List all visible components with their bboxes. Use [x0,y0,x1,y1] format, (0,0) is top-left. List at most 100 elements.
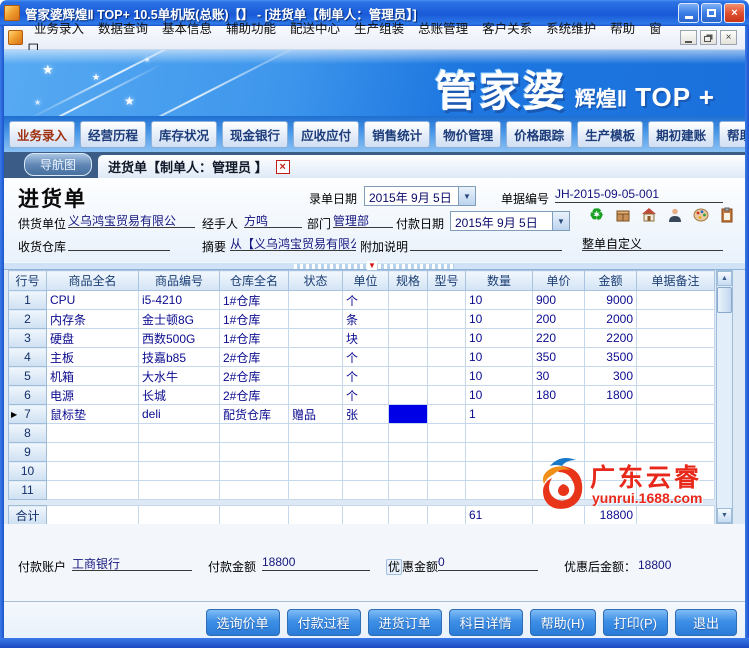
grid-cell[interactable] [585,481,637,500]
action-button-6[interactable]: 打印(P) [603,609,668,636]
scroll-up-icon[interactable]: ▲ [717,271,732,286]
grid-cell[interactable]: 2200 [585,329,637,348]
grid-cell[interactable] [389,348,428,367]
grid-cell[interactable]: 10 [466,291,533,310]
dept-field[interactable]: 管理部 [333,212,393,228]
chevron-down-icon[interactable]: ▼ [552,212,569,230]
grid-cell[interactable] [289,367,343,386]
grid-cell[interactable]: 个 [343,291,389,310]
grid-cell[interactable] [389,329,428,348]
grid-cell[interactable] [220,462,289,481]
close-button[interactable]: × [724,3,745,23]
action-button-7[interactable]: 退出 [675,609,737,636]
menu-item-4[interactable]: 辅助功能 [219,19,283,39]
grid-cell[interactable]: 赠品 [289,405,343,424]
grid-cell[interactable]: 鼠标垫 [47,405,139,424]
grid-cell[interactable]: 长城 [139,386,220,405]
grid-cell[interactable] [533,462,585,481]
grid-cell[interactable] [389,367,428,386]
grid-cell[interactable] [47,481,139,500]
grid-cell[interactable] [289,462,343,481]
grid-cell[interactable] [389,291,428,310]
grid-cell[interactable] [428,310,466,329]
grid-cell[interactable] [466,424,533,443]
row-number[interactable]: 9 [9,443,47,462]
grid-cell[interactable]: 900 [533,291,585,310]
grid-cell[interactable] [389,443,428,462]
palette-icon[interactable] [692,206,709,223]
grid-cell[interactable] [428,424,466,443]
tab-purchase-order[interactable]: 进货单【制单人：管理员 】 × [98,155,745,178]
grid-cell[interactable] [428,329,466,348]
pay-account-field[interactable]: 工商银行 [72,555,192,571]
grid-cell[interactable]: 10 [466,367,533,386]
grid-cell[interactable] [428,405,466,424]
row-number[interactable]: ▶7 [9,405,47,424]
grid-cell[interactable] [428,291,466,310]
toolbar-button-4[interactable]: 现金银行 [222,121,288,148]
row-number[interactable]: 6 [9,386,47,405]
pay-date-combo[interactable]: 2015年 9月 5日 ▼ [450,211,570,231]
home-icon[interactable] [640,206,657,223]
grid-cell[interactable] [533,424,585,443]
grid-cell[interactable] [637,424,715,443]
grid-cell[interactable] [389,424,428,443]
grid-cell[interactable] [466,462,533,481]
grid-cell[interactable]: 200 [533,310,585,329]
grid-cell[interactable]: 180 [533,386,585,405]
scroll-down-icon[interactable]: ▼ [717,508,732,523]
grid-cell[interactable]: 2#仓库 [220,348,289,367]
grid-cell[interactable]: 9000 [585,291,637,310]
grid-cell[interactable] [289,386,343,405]
grid-cell[interactable]: 个 [343,386,389,405]
row-number[interactable]: 1 [9,291,47,310]
grid-cell[interactable] [389,405,428,424]
toolbar-button-7[interactable]: 物价管理 [435,121,501,148]
grid-cell[interactable] [428,481,466,500]
package-icon[interactable] [614,206,631,223]
grid-cell[interactable]: 大水牛 [139,367,220,386]
grid-cell[interactable]: 西数500G [139,329,220,348]
menu-item-1[interactable]: 业务录入 [27,19,91,39]
grid-cell[interactable] [389,310,428,329]
grid-cell[interactable] [139,443,220,462]
grid-cell[interactable]: 1800 [585,386,637,405]
grid-cell[interactable] [533,405,585,424]
grid-cell[interactable] [389,462,428,481]
grid-cell[interactable] [47,462,139,481]
grid-cell[interactable]: 技嘉b85 [139,348,220,367]
grid-cell[interactable] [343,424,389,443]
action-button-3[interactable]: 进货订单 [368,609,442,636]
toolbar-button-10[interactable]: 期初建账 [648,121,714,148]
grid-cell[interactable]: 张 [343,405,389,424]
grid-cell[interactable] [585,443,637,462]
grid-cell[interactable] [47,424,139,443]
grid-cell[interactable]: 个 [343,348,389,367]
vertical-scrollbar[interactable]: ▲ ▼ [716,270,733,524]
row-number[interactable]: 4 [9,348,47,367]
grid-cell[interactable]: 1#仓库 [220,329,289,348]
grid-cell[interactable] [343,481,389,500]
grid-cell[interactable]: deli [139,405,220,424]
grid-cell[interactable] [47,443,139,462]
grid-cell[interactable] [466,481,533,500]
grid-cell[interactable] [289,424,343,443]
grid-cell[interactable]: 个 [343,367,389,386]
splitter-handle[interactable]: ▼ [4,262,745,270]
menu-item-9[interactable]: 系统维护 [539,19,603,39]
grid-cell[interactable]: 1#仓库 [220,291,289,310]
menu-item-2[interactable]: 数据查询 [91,19,155,39]
grid-cell[interactable]: i5-4210 [139,291,220,310]
grid-cell[interactable]: CPU [47,291,139,310]
grid-cell[interactable] [533,481,585,500]
grid-cell[interactable] [343,462,389,481]
toolbar-button-9[interactable]: 生产模板 [577,121,643,148]
grid-cell[interactable]: 1 [466,405,533,424]
action-button-4[interactable]: 科目详情 [449,609,523,636]
grid-cell[interactable]: 电源 [47,386,139,405]
row-number[interactable]: 10 [9,462,47,481]
row-number[interactable]: 2 [9,310,47,329]
grid-cell[interactable] [220,481,289,500]
grid-cell[interactable] [428,462,466,481]
toolbar-button-2[interactable]: 经营历程 [80,121,146,148]
